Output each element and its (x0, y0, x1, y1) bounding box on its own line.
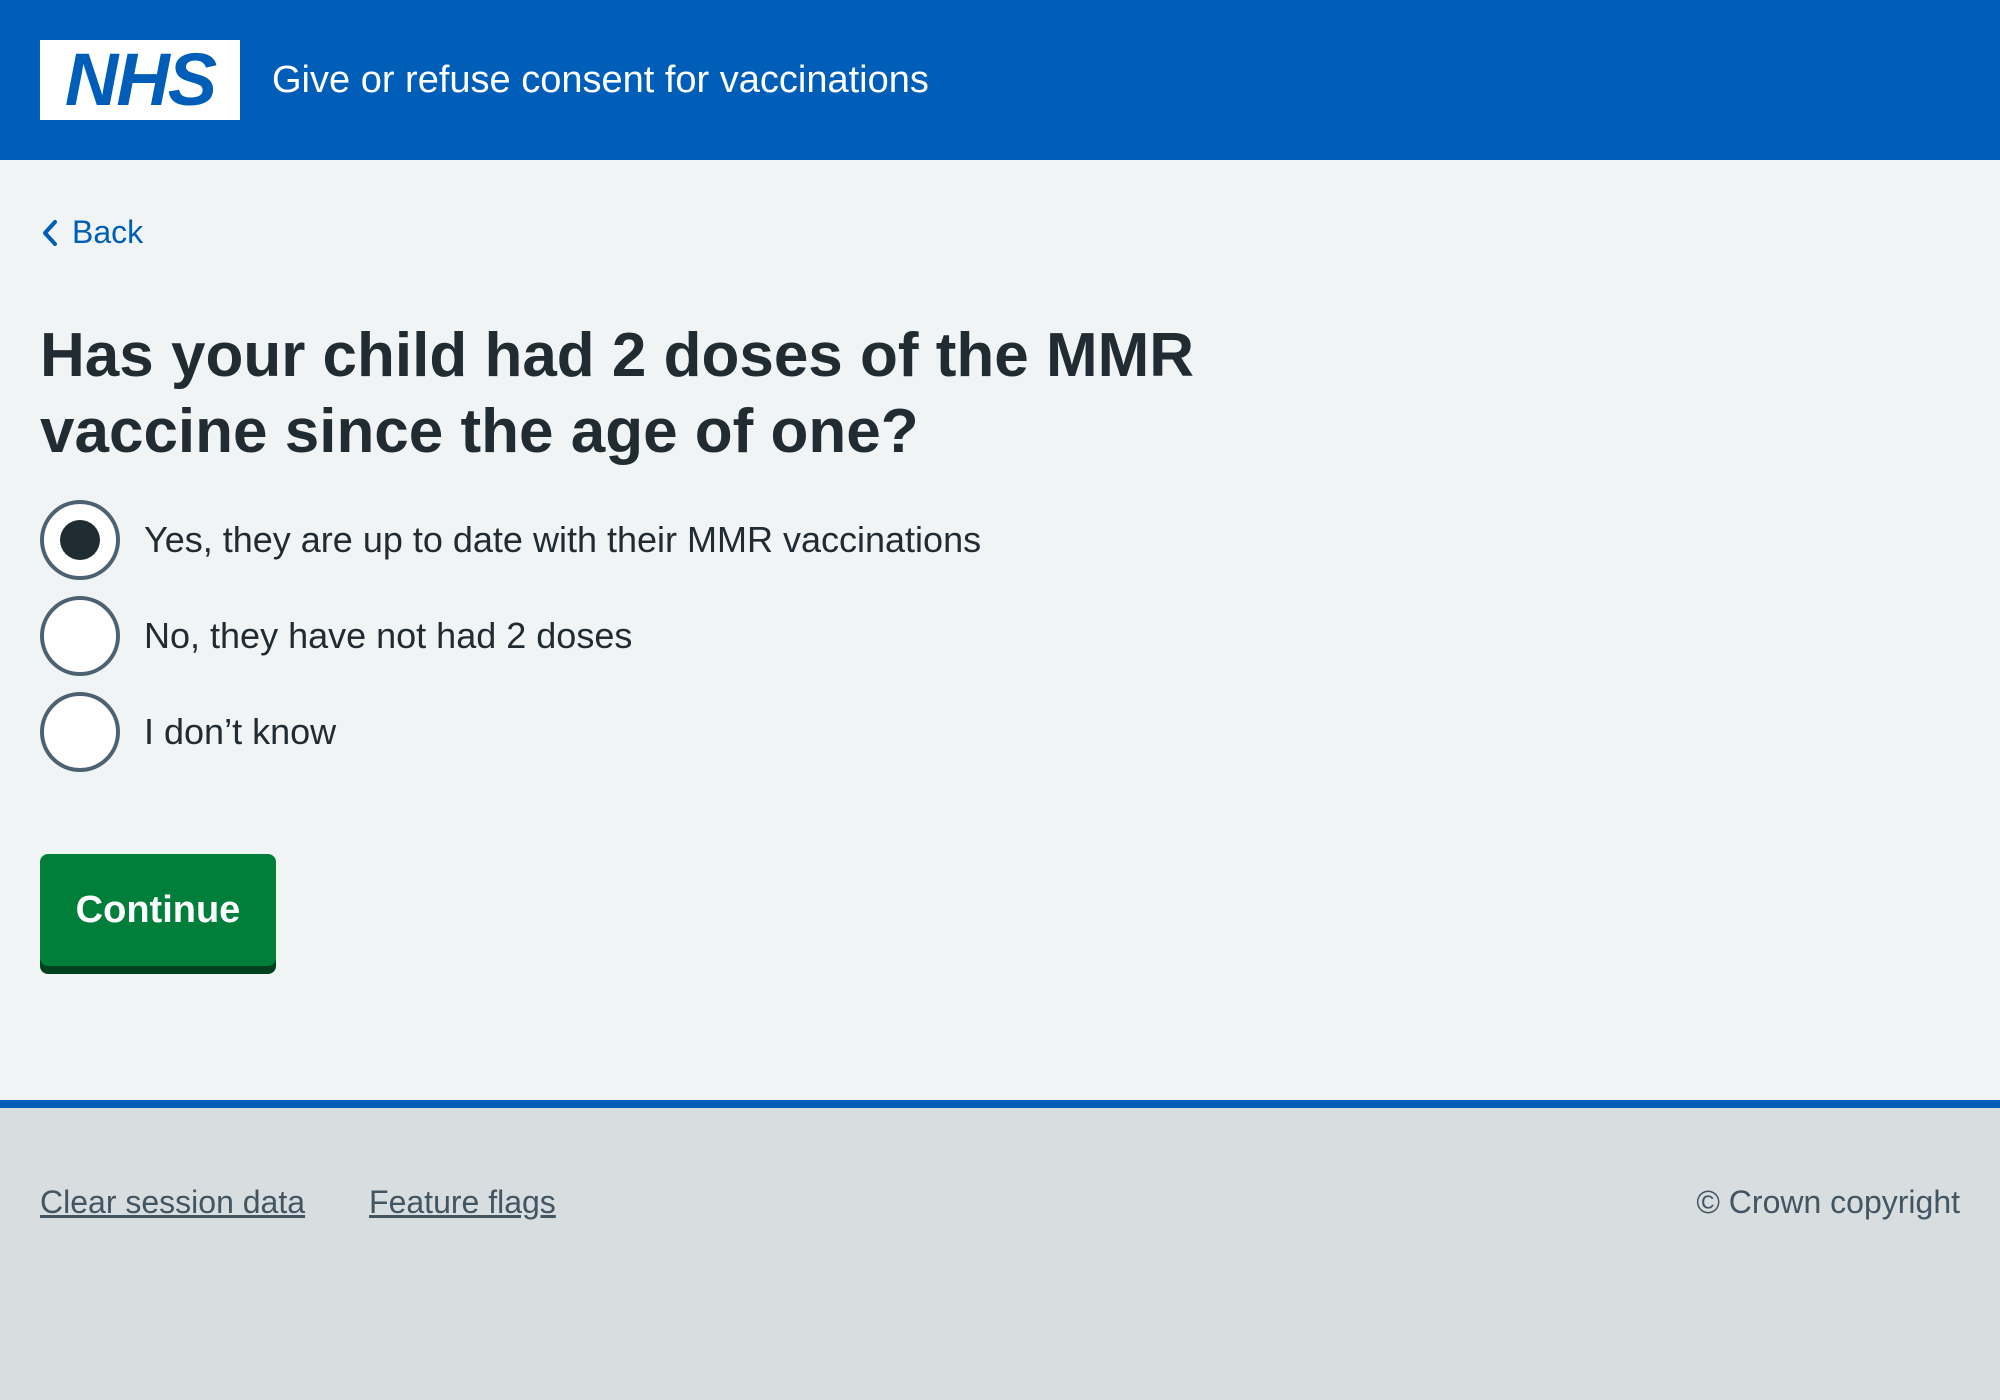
radio-selected-indicator (60, 520, 100, 560)
page-title: Has your child had 2 doses of the MMR va… (40, 321, 1195, 466)
copyright-notice: © Crown copyright (1696, 1184, 1960, 1220)
radio-option-no[interactable]: No, they have not had 2 doses (40, 596, 981, 676)
radio-label-yes[interactable]: Yes, they are up to date with their MMR … (144, 519, 981, 561)
service-name[interactable]: Give or refuse consent for vaccinations (272, 58, 929, 102)
radio-option-dont-know[interactable]: I don’t know (40, 692, 981, 772)
radio-button-yes[interactable] (40, 500, 120, 580)
radio-button-no[interactable] (40, 596, 120, 676)
radio-group: Yes, they are up to date with their MMR … (40, 500, 981, 788)
back-link-label: Back (72, 214, 144, 250)
footer-links: Clear session data Feature flags (40, 1184, 620, 1221)
site-footer: Clear session data Feature flags © Crown… (0, 1100, 2000, 1400)
continue-button[interactable]: Continue (40, 854, 276, 966)
radio-option-yes[interactable]: Yes, they are up to date with their MMR … (40, 500, 981, 580)
nhs-logo-text: NHS (64, 38, 217, 121)
feature-flags-link[interactable]: Feature flags (369, 1184, 556, 1221)
clear-session-data-link[interactable]: Clear session data (40, 1184, 305, 1221)
site-header: NHS Give or refuse consent for vaccinati… (0, 0, 2000, 160)
radio-label-dont-know[interactable]: I don’t know (144, 711, 336, 753)
nhs-logo[interactable]: NHS (40, 40, 240, 120)
radio-label-no[interactable]: No, they have not had 2 doses (144, 615, 632, 657)
chevron-left-icon (43, 219, 57, 246)
radio-button-dont-know[interactable] (40, 692, 120, 772)
back-link[interactable]: Back (40, 214, 143, 251)
main-content: Back Has your child had 2 doses of the M… (0, 160, 2000, 1100)
